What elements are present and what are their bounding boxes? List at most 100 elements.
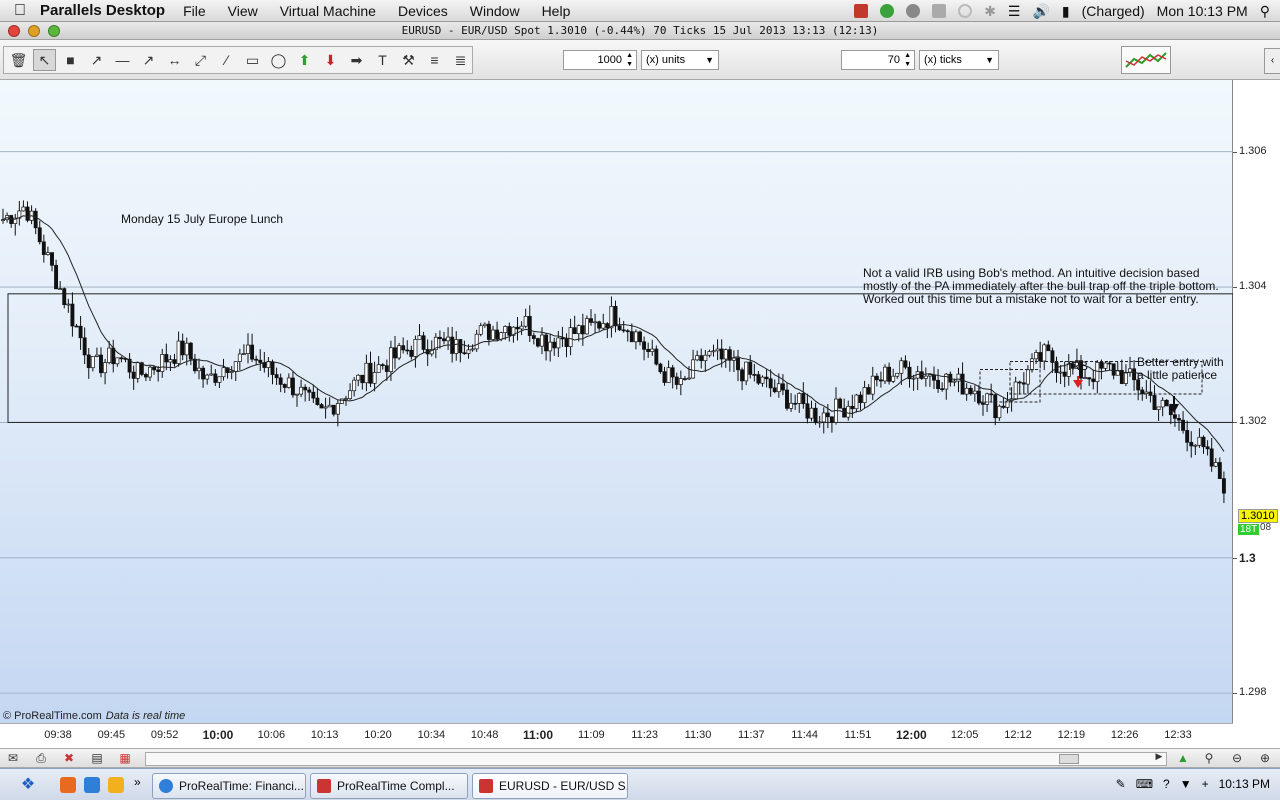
help-icon[interactable]: ?: [1163, 777, 1170, 791]
candle-body: [797, 393, 802, 404]
ie-icon[interactable]: [84, 777, 100, 793]
email-icon[interactable]: ✉: [4, 751, 22, 767]
zoom-out-icon[interactable]: ⊖: [1228, 751, 1246, 767]
candle-body: [993, 394, 998, 419]
firefox-icon[interactable]: [60, 777, 76, 793]
right-arrow-icon[interactable]: ➡: [345, 49, 368, 71]
units-select[interactable]: (x) units ▼: [641, 50, 719, 70]
trash-icon[interactable]: 🗑: [7, 49, 30, 71]
candle-body: [850, 405, 855, 410]
prt-app-icon: [317, 779, 331, 793]
units-stepper[interactable]: 1000 ▲ ▼: [563, 50, 637, 70]
more-quicklaunch-icon[interactable]: »: [134, 775, 141, 789]
menu-devices[interactable]: Devices: [398, 3, 448, 19]
ticks-select[interactable]: (x) ticks ▼: [919, 50, 999, 70]
candle-body: [344, 398, 348, 400]
down-arrow-icon[interactable]: ⬇: [319, 49, 342, 71]
ruler-icon[interactable]: ■: [59, 49, 82, 71]
notes-icon[interactable]: ▤: [88, 751, 106, 767]
text-tool-icon[interactable]: T: [371, 49, 394, 71]
print-icon[interactable]: ⎙: [32, 751, 50, 767]
segment-icon[interactable]: ↔: [163, 49, 186, 71]
candle-body: [940, 388, 945, 391]
indicators-button[interactable]: [1121, 46, 1171, 74]
candle-body: [785, 389, 789, 409]
zoom-in-icon[interactable]: ⊕: [1256, 751, 1274, 767]
clock-icon[interactable]: [958, 4, 973, 18]
keyboard-icon[interactable]: ⌨: [1136, 777, 1153, 791]
trendline-icon[interactable]: ↗: [85, 49, 108, 71]
stepper-arrows-icon[interactable]: ▲ ▼: [904, 51, 911, 69]
battery-icon[interactable]: ▮: [1062, 3, 1070, 20]
candle-body: [290, 377, 295, 396]
add-icon[interactable]: +: [1202, 777, 1209, 791]
candle-body: [437, 336, 442, 340]
candle-body: [135, 362, 140, 379]
app-name-menu[interactable]: Parallels Desktop: [40, 2, 165, 19]
fibonacci-icon[interactable]: ≡: [423, 49, 446, 71]
battery-status[interactable]: (Charged): [1082, 3, 1145, 19]
candle-body: [348, 390, 353, 399]
candle-body: [813, 407, 818, 424]
time-axis[interactable]: 09:38 09:45 09:52 10:00 10:06 10:13 10:20 10:34…: [0, 723, 1233, 748]
drive-icon[interactable]: [932, 4, 947, 18]
candle-body: [486, 323, 491, 340]
menu-view[interactable]: View: [228, 3, 258, 19]
menu-help[interactable]: Help: [542, 3, 571, 19]
taskbar-item-eurusd[interactable]: EURUSD - EUR/USD S...: [472, 773, 628, 799]
taskbar-clock: 10:13 PM: [1218, 777, 1270, 791]
scroll-right-icon[interactable]: ▶: [1150, 751, 1168, 767]
candle-body: [152, 366, 157, 371]
bluetooth-icon[interactable]: ✱: [984, 3, 996, 20]
green-status-icon[interactable]: [880, 4, 895, 18]
candle-body: [70, 303, 75, 327]
auto-scroll-icon[interactable]: ▲: [1174, 751, 1192, 767]
realtime-note: Data is real time: [105, 710, 186, 722]
price-axis[interactable]: 1.306 1.304 1.302 1.3 1.298: [1233, 80, 1280, 723]
extended-line-icon[interactable]: ⤢: [189, 49, 212, 71]
zoom-fit-icon[interactable]: ⚲: [1200, 751, 1218, 767]
folder-icon[interactable]: [108, 777, 124, 793]
ray-icon[interactable]: ↗: [137, 49, 160, 71]
tools-icon[interactable]: ⚒: [397, 49, 420, 71]
chart-scrollbar[interactable]: [145, 752, 1167, 766]
menu-window[interactable]: Window: [470, 3, 520, 19]
pointer-icon[interactable]: ↖: [33, 49, 56, 71]
menubar-clock[interactable]: Mon 10:13 PM: [1157, 3, 1248, 19]
menu-file[interactable]: File: [183, 3, 206, 19]
candle-body: [560, 337, 565, 340]
chart-type-icon[interactable]: ▦: [116, 751, 134, 767]
ellipse-icon[interactable]: ◯: [267, 49, 290, 71]
chart-plot-area[interactable]: Monday 15 July Europe Lunch Not a valid …: [0, 80, 1233, 723]
levels-icon[interactable]: ≣: [449, 49, 472, 71]
x-tick-label: 10:00: [202, 728, 234, 742]
apple-menu-icon[interactable]: : [0, 2, 40, 20]
scrollbar-thumb[interactable]: [1059, 754, 1079, 764]
wifi-icon[interactable]: ☰: [1008, 3, 1021, 20]
ticks-stepper[interactable]: 70 ▲ ▼: [841, 50, 915, 70]
units-select-label: (x) units: [646, 54, 686, 66]
taskbar-item-prt-financial[interactable]: ProRealTime: Financi...: [152, 773, 306, 799]
spotlight-search-icon[interactable]: ⚲: [1260, 3, 1270, 20]
volume-icon[interactable]: 🔊: [1032, 3, 1049, 20]
candle-body: [1021, 382, 1026, 385]
stepper-arrows-icon[interactable]: ▲ ▼: [626, 51, 633, 69]
network-icon[interactable]: ▼: [1180, 777, 1192, 791]
rectangle-icon[interactable]: ▭: [241, 49, 264, 71]
candle-body: [874, 375, 879, 381]
menu-virtual-machine[interactable]: Virtual Machine: [280, 3, 376, 19]
stock-chart-status-icon[interactable]: [854, 4, 869, 18]
windows-start-icon[interactable]: ❖: [8, 773, 48, 797]
channel-icon[interactable]: ∕: [215, 49, 238, 71]
candle-body: [1177, 418, 1181, 421]
candle-body: [1017, 381, 1022, 384]
horizontal-line-icon[interactable]: —: [111, 49, 134, 71]
time-machine-icon[interactable]: [906, 4, 921, 18]
candle-body: [544, 334, 549, 352]
candle-body: [221, 367, 226, 378]
side-panel-toggle-icon[interactable]: ‹: [1264, 48, 1280, 74]
up-arrow-icon[interactable]: ⬆: [293, 49, 316, 71]
delete-chart-icon[interactable]: ✖: [60, 751, 78, 767]
pen-icon[interactable]: ✎: [1116, 777, 1126, 791]
taskbar-item-prt-complete[interactable]: ProRealTime Compl...: [310, 773, 468, 799]
